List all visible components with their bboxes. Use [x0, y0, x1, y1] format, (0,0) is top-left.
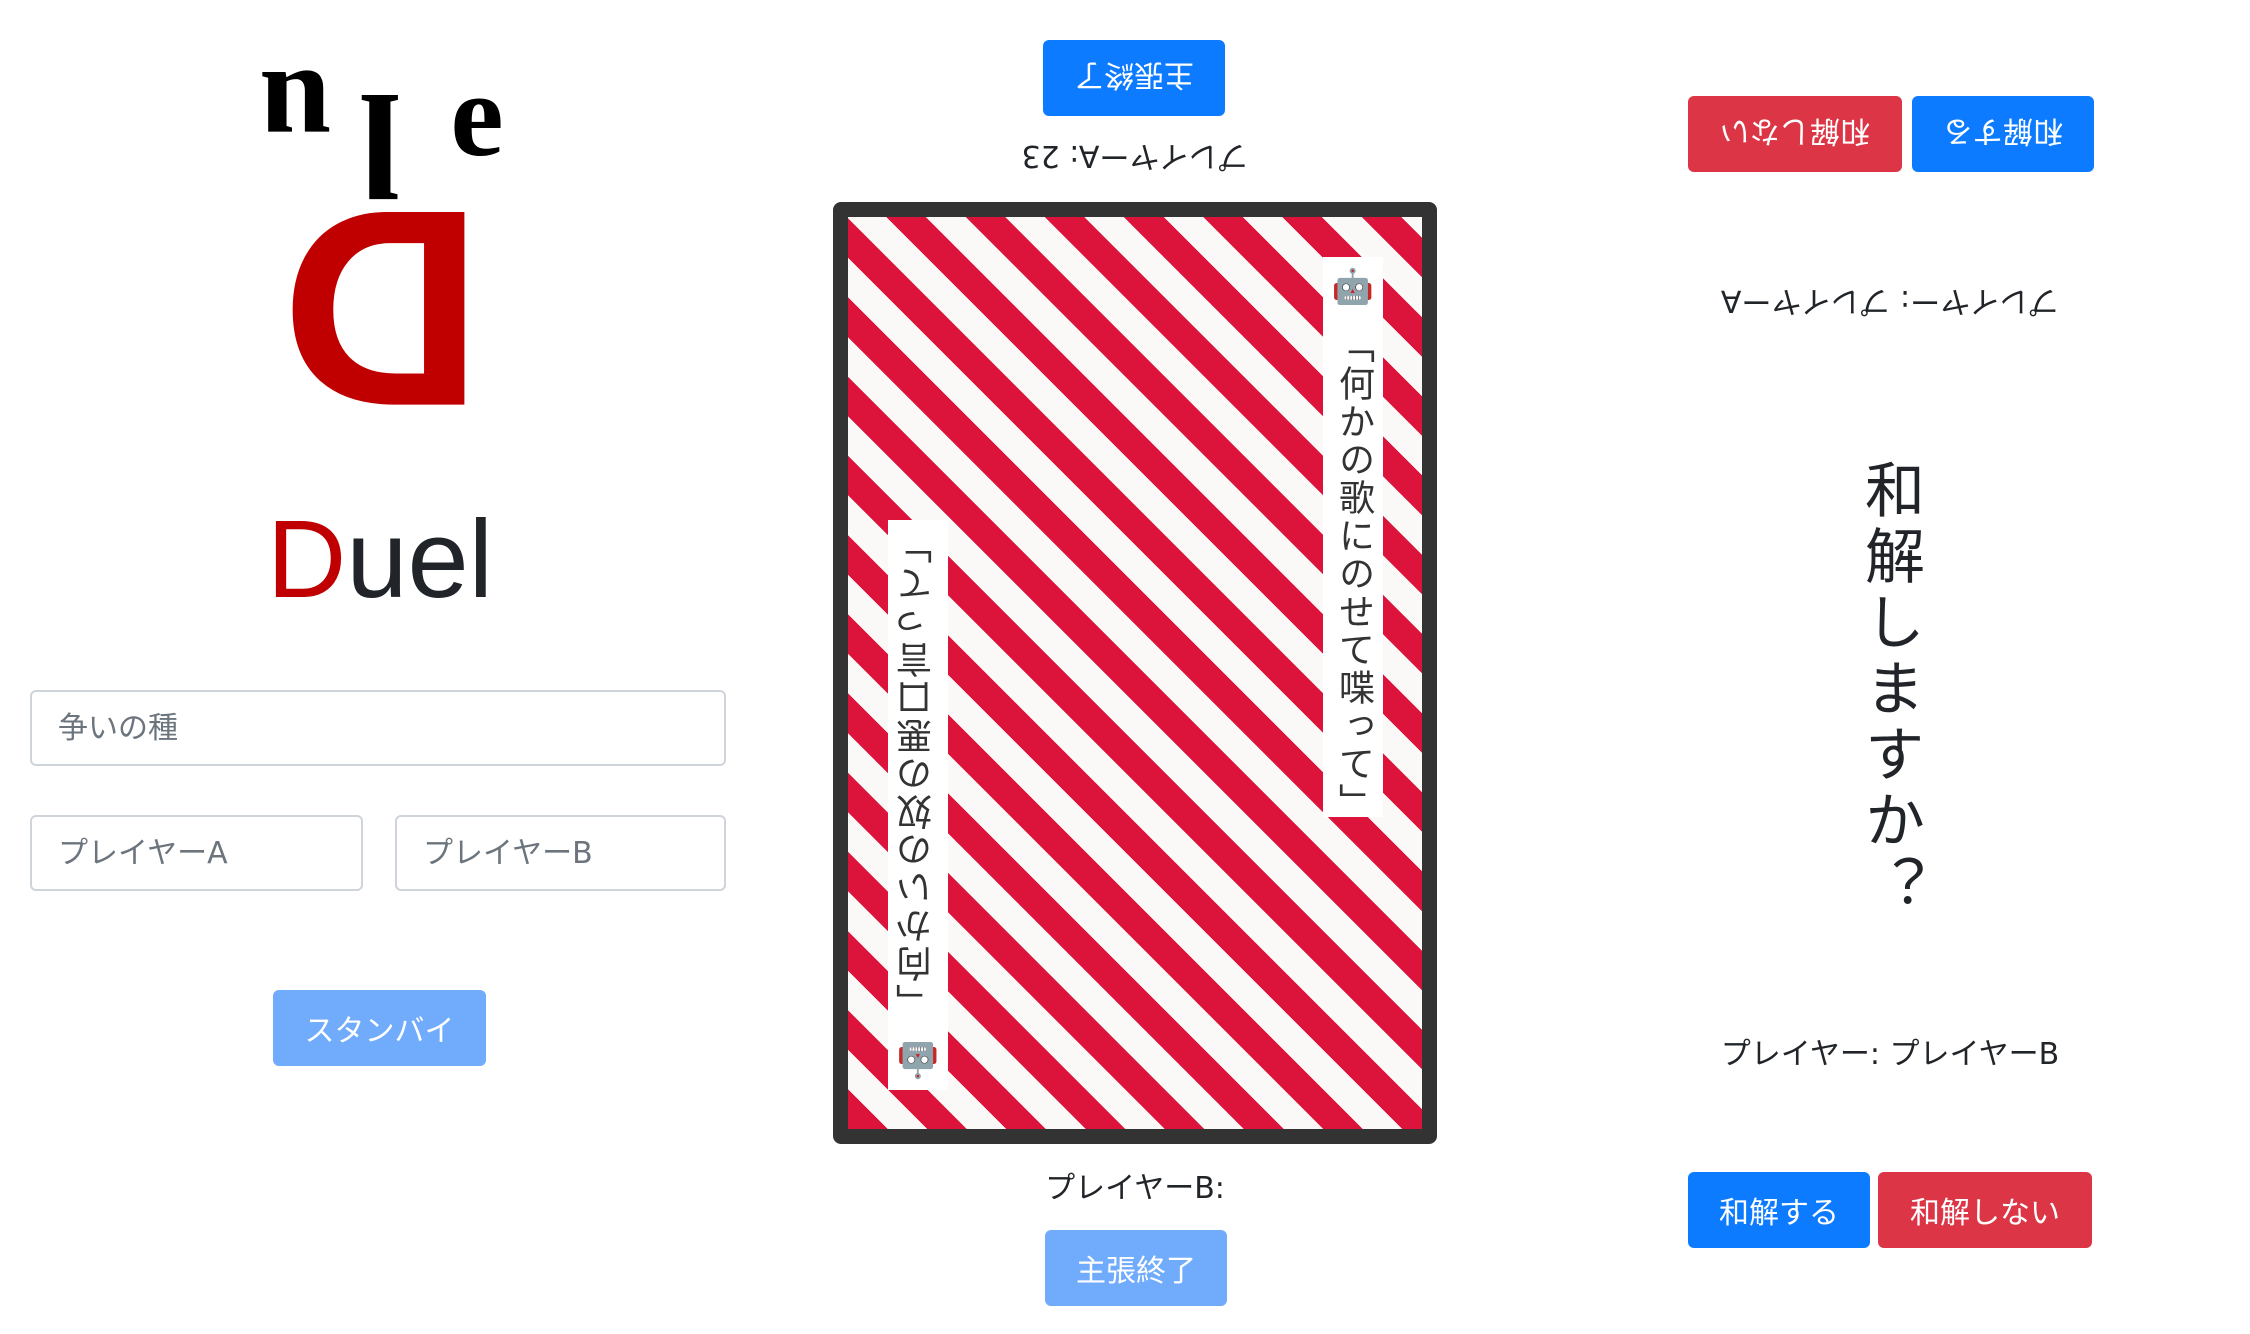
- player-b-speech-text: 「何かの歌にのせて喋って」: [1333, 326, 1374, 821]
- topic-card: 🤖 「何かの歌にのせて喋って」 🤖 「向かいの奴の悪口言って」: [833, 202, 1437, 1144]
- topic-input[interactable]: [30, 690, 726, 766]
- robot-icon: 🤖: [898, 1036, 938, 1080]
- logo-letter-d: D: [280, 152, 484, 464]
- player-b-name-label: プレイヤー: プレイヤーB: [1720, 1037, 2060, 1072]
- player-a-name-label: プレイヤー: プレイヤーA: [1720, 283, 2060, 318]
- player-b-speech-bubble: 🤖 「何かの歌にのせて喋って」: [1323, 257, 1383, 821]
- player-a-no-reconcile-button[interactable]: 和解しない: [1688, 96, 1902, 172]
- reconcile-question: 和解しますか？: [1854, 459, 1925, 921]
- player-a-timer-label: プレイヤーA: 23: [1021, 138, 1249, 173]
- logo-letter-u: u: [258, 43, 332, 187]
- app-title-first-letter: D: [266, 498, 347, 621]
- player-a-reconcile-button[interactable]: 和解する: [1912, 96, 2094, 172]
- player-b-input[interactable]: [395, 815, 726, 891]
- player-a-input[interactable]: [30, 815, 363, 891]
- app-title-rest: uel: [346, 498, 494, 621]
- player-a-speech-text: 「向かいの奴の悪口言って」: [897, 526, 938, 1021]
- player-b-end-claim-button[interactable]: 主張終了: [1045, 1230, 1227, 1306]
- standby-button[interactable]: スタンバイ: [273, 990, 486, 1066]
- player-b-timer-label: プレイヤーB:: [1045, 1171, 1225, 1206]
- logo-letter-l: l: [359, 62, 401, 228]
- logo-letter-e: e: [450, 48, 504, 181]
- player-b-reconcile-button[interactable]: 和解する: [1688, 1172, 1870, 1248]
- player-a-speech-bubble: 🤖 「向かいの奴の悪口言って」: [888, 520, 948, 1090]
- player-b-no-reconcile-button[interactable]: 和解しない: [1878, 1172, 2092, 1248]
- robot-icon: 🤖: [1333, 267, 1373, 311]
- player-a-end-claim-button[interactable]: 主張終了: [1043, 40, 1225, 116]
- app-title: Duel: [230, 490, 530, 630]
